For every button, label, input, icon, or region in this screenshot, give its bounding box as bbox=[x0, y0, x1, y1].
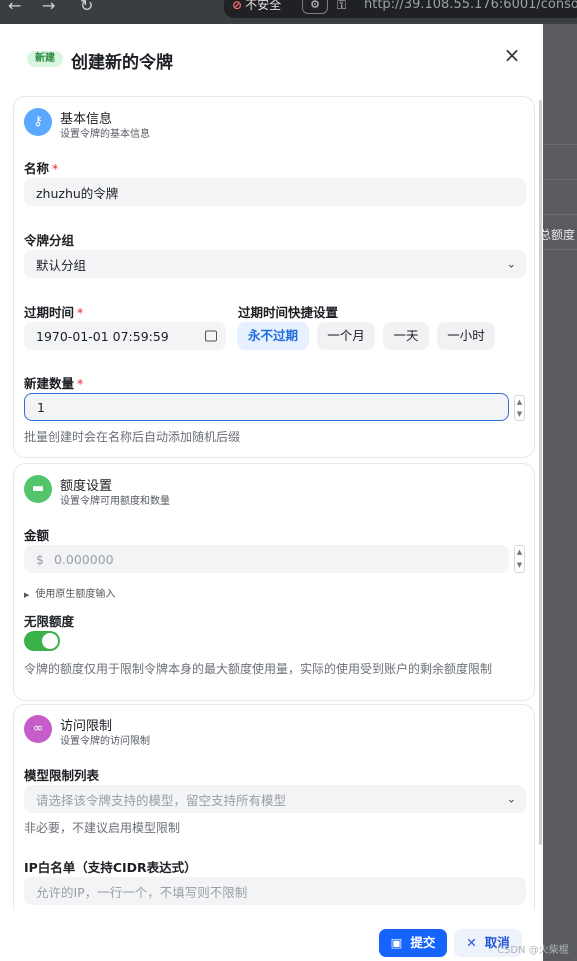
group-label: 令牌分组 bbox=[24, 233, 75, 248]
count-label: 新建数量 * bbox=[24, 376, 84, 391]
forward-arrow-icon[interactable]: → bbox=[42, 0, 55, 14]
link-icon: ∞ bbox=[24, 715, 52, 743]
url-text[interactable]: http://39.108.55.176:6001/conso bbox=[364, 0, 577, 12]
amount-stepper[interactable]: ▲ ▼ bbox=[514, 545, 525, 573]
models-select[interactable]: 请选择该令牌支持的模型，留空支持所有模型 ⌄ bbox=[24, 785, 526, 813]
security-indicator[interactable]: ⊘ 不安全 bbox=[232, 0, 281, 12]
count-help-text: 批量创建时会在名称后自动添加随机后缀 bbox=[24, 430, 241, 444]
models-label: 模型限制列表 bbox=[24, 768, 100, 783]
key-icon[interactable]: ⚿ bbox=[337, 0, 346, 12]
basic-info-card: ⚷ 基本信息 设置令牌的基本信息 名称 * zhuzhu的令牌 令牌分组 默认分组… bbox=[13, 96, 535, 458]
chevron-down-icon: ⌄ bbox=[506, 257, 516, 271]
new-badge: 新建 bbox=[27, 51, 63, 67]
stepper-down-icon[interactable]: ▼ bbox=[515, 559, 524, 572]
stepper-up-icon[interactable]: ▲ bbox=[515, 546, 524, 559]
backdrop-divider bbox=[543, 249, 577, 250]
quick-never-expire[interactable]: 永不过期 bbox=[237, 322, 309, 350]
back-arrow-icon[interactable]: ← bbox=[8, 0, 21, 14]
unlimited-help-text: 令牌的额度仅用于限制令牌本身的最大额度使用量，实际的使用受到账户的剩余额度限制 bbox=[24, 662, 493, 676]
currency-prefix: $ bbox=[36, 551, 44, 567]
expire-label: 过期时间 * bbox=[24, 305, 84, 320]
card-subtitle: 设置令牌的访问限制 bbox=[60, 736, 150, 747]
warning-icon: ⊘ bbox=[232, 0, 243, 12]
quick-one-day[interactable]: 一天 bbox=[383, 322, 429, 350]
ip-whitelist-textarea[interactable]: 允许的IP，一行一个，不填写则不限制 bbox=[24, 877, 526, 905]
close-icon: ✕ bbox=[466, 935, 477, 950]
caret-right-icon: ▶ bbox=[24, 591, 30, 599]
amount-label: 金额 bbox=[24, 528, 50, 543]
reload-icon[interactable]: ↻ bbox=[80, 0, 93, 14]
backdrop-divider bbox=[543, 144, 577, 145]
quick-one-month[interactable]: 一个月 bbox=[317, 322, 375, 350]
name-input[interactable]: zhuzhu的令牌 bbox=[24, 178, 526, 206]
count-input[interactable]: 1 bbox=[24, 393, 509, 421]
chevron-down-icon: ⌄ bbox=[506, 792, 516, 806]
count-stepper[interactable]: ▲ ▼ bbox=[514, 395, 525, 421]
expire-datetime-input[interactable]: 1970-01-01 07:59:59 bbox=[24, 322, 226, 350]
modal-scroll-area[interactable]: ⚷ 基本信息 设置令牌的基本信息 名称 * zhuzhu的令牌 令牌分组 默认分组… bbox=[13, 96, 537, 910]
stepper-up-icon[interactable]: ▲ bbox=[515, 396, 524, 408]
stepper-down-icon[interactable]: ▼ bbox=[515, 408, 524, 420]
watermark: CSDN @火柴棍 bbox=[497, 945, 569, 956]
unlimited-label: 无限额度 bbox=[24, 614, 75, 629]
backdrop-column-header: 总额度 bbox=[543, 228, 576, 242]
site-settings-icon[interactable]: ⚙ bbox=[302, 0, 328, 14]
modal-title: 创建新的令牌 bbox=[71, 53, 173, 73]
calendar-icon[interactable] bbox=[205, 330, 217, 342]
card-subtitle: 设置令牌的基本信息 bbox=[60, 129, 150, 140]
card-subtitle: 设置令牌可用额度和数量 bbox=[60, 496, 170, 507]
ip-whitelist-label: IP白名单（支持CIDR表达式） bbox=[24, 860, 197, 875]
group-select[interactable]: 默认分组 ⌄ bbox=[24, 250, 526, 278]
backdrop-divider bbox=[543, 179, 577, 180]
quick-one-hour[interactable]: 一小时 bbox=[437, 322, 495, 350]
backdrop-divider bbox=[543, 214, 577, 215]
save-icon: ▣ bbox=[390, 935, 403, 950]
toggle-knob bbox=[42, 633, 58, 649]
quota-card: ▬ 额度设置 设置令牌可用额度和数量 金额 $ 0.000000 ▲ ▼ ▶ 使用… bbox=[13, 463, 535, 701]
quick-expire-label: 过期时间快捷设置 bbox=[238, 305, 339, 320]
amount-input[interactable]: $ 0.000000 bbox=[24, 545, 509, 573]
name-label: 名称 * bbox=[24, 161, 59, 176]
close-icon[interactable]: × bbox=[501, 44, 523, 66]
models-help-text: 非必要，不建议启用模型限制 bbox=[24, 821, 181, 835]
unlimited-toggle[interactable] bbox=[24, 631, 60, 651]
submit-button[interactable]: ▣ 提交 bbox=[379, 929, 447, 957]
scrollbar-thumb[interactable] bbox=[539, 100, 542, 845]
access-card: ∞ 访问限制 设置令牌的访问限制 模型限制列表 请选择该令牌支持的模型，留空支持… bbox=[13, 704, 535, 910]
page-backdrop[interactable]: 总额度 bbox=[543, 24, 577, 961]
key-icon: ⚷ bbox=[24, 108, 52, 136]
credit-card-icon: ▬ bbox=[24, 475, 52, 503]
browser-toolbar: ← → ↻ ⊘ 不安全 ⚙ ⚿ http://39.108.55.176:6001… bbox=[0, 0, 577, 24]
raw-quota-toggle[interactable]: ▶ 使用原生额度输入 bbox=[24, 585, 115, 600]
